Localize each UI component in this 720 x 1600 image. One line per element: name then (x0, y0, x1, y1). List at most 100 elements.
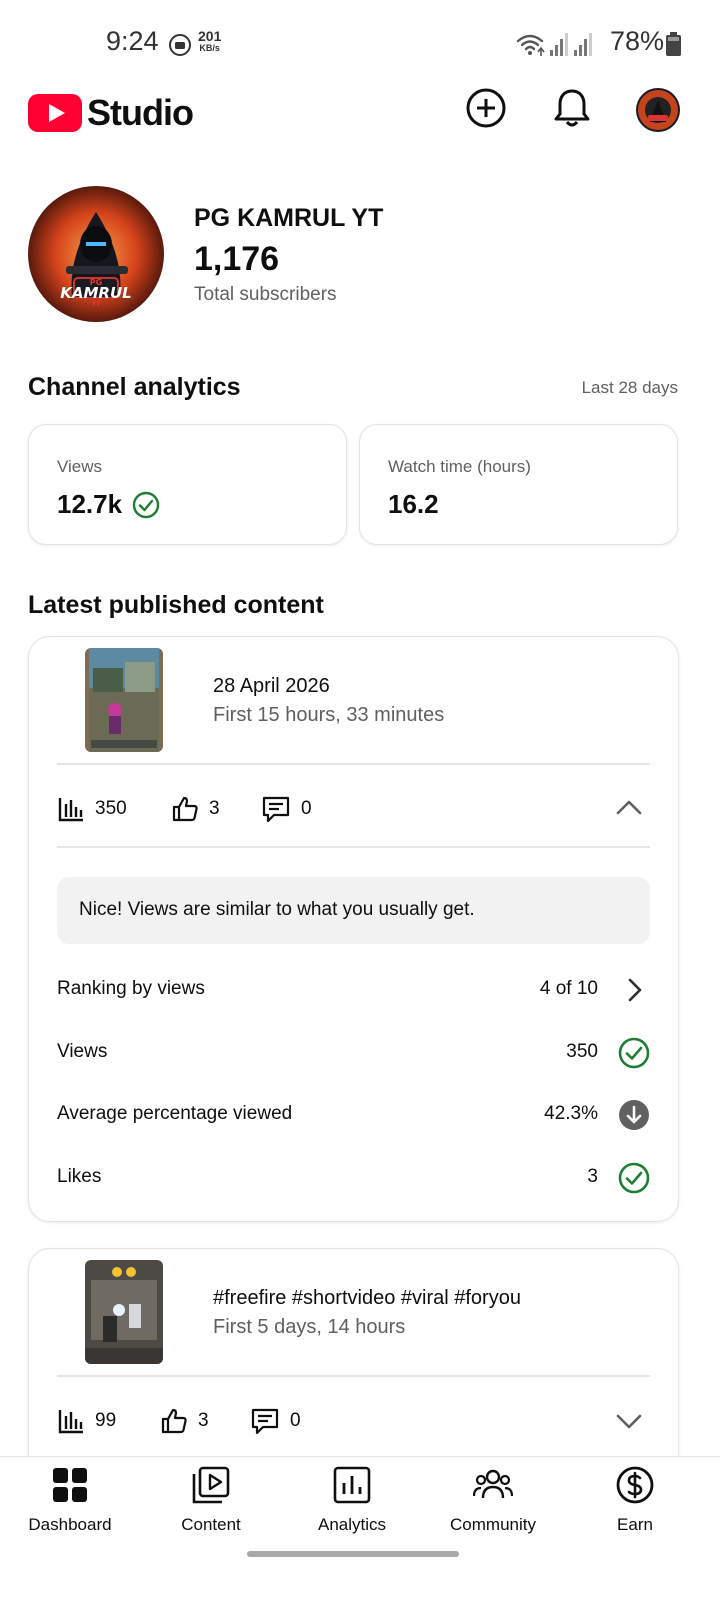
likes-metric: 3 (171, 795, 220, 823)
signal-icons (516, 33, 592, 56)
avg-percentage-row: Average percentage viewed 42.3% (57, 1095, 650, 1135)
nav-community-label: Community (450, 1515, 536, 1534)
likes-count: 3 (209, 798, 220, 819)
ranking-label: Ranking by views (57, 978, 205, 999)
nav-analytics[interactable]: Analytics (282, 1465, 422, 1535)
thumbs-up-icon (172, 796, 198, 822)
arrow-down-circle-icon (619, 1100, 649, 1130)
latest-content-title: Latest published content (28, 591, 324, 619)
bar-chart-icon (58, 798, 83, 822)
analytics-icon (333, 1466, 371, 1504)
avg-percentage-label: Average percentage viewed (57, 1103, 293, 1124)
nav-content[interactable]: Content (141, 1465, 281, 1535)
app-bar: Studio (0, 84, 720, 150)
content-card-collapsed: #freefire #shortvideo #viral #foryou Fir… (28, 1248, 679, 1478)
account-avatar-image (636, 88, 680, 132)
video-timeframe: First 15 hours, 33 minutes (213, 704, 445, 726)
community-icon (473, 1469, 513, 1499)
thumbs-up-icon (161, 1408, 187, 1434)
views-card[interactable]: Views 12.7k (28, 424, 347, 545)
watch-time-card[interactable]: Watch time (hours) 16.2 (359, 424, 678, 545)
views-count: 99 (95, 1410, 117, 1431)
views-value-row: 12.7k (57, 489, 160, 520)
status-bar: 9:24 201 KB/s 78% (0, 0, 720, 84)
cell-signal-1-icon (550, 33, 568, 56)
content-icon (192, 1466, 230, 1504)
likes-detail-row: Likes 3 (57, 1158, 650, 1198)
thumbnail-image (85, 1260, 163, 1364)
bottom-navigation: Dashboard Content Analytics Community Ea… (0, 1456, 720, 1600)
watch-time-label: Watch time (hours) (388, 457, 531, 476)
date-range[interactable]: Last 28 days (582, 378, 678, 398)
content-card-expanded: 28 April 2026 First 15 hours, 33 minutes… (28, 636, 679, 1222)
nav-earn[interactable]: Earn (565, 1465, 705, 1535)
youtube-studio-dashboard: 9:24 201 KB/s 78% Studio PG KAMRUL YT PG… (0, 0, 720, 1600)
views-value: 12.7k (57, 489, 123, 519)
video-thumbnail[interactable] (85, 648, 163, 752)
create-icon[interactable] (464, 86, 508, 130)
bar-chart-icon (58, 1410, 83, 1434)
divider (57, 763, 650, 765)
likes-metric: 3 (160, 1407, 209, 1435)
comments-count: 0 (301, 798, 312, 819)
check-circle-icon (618, 1162, 650, 1194)
chevron-down-icon[interactable] (614, 1406, 644, 1436)
views-label: Views (57, 457, 103, 476)
battery-percent: 78% (610, 26, 665, 56)
video-title[interactable]: #freefire #shortvideo #viral #foryou (213, 1287, 521, 1310)
divider (57, 1375, 650, 1377)
comment-icon (262, 796, 290, 823)
logo-text: Studio (87, 92, 194, 133)
nav-dashboard[interactable]: Dashboard (0, 1465, 140, 1535)
check-circle-icon (132, 491, 160, 518)
views-detail-value: 350 (566, 1041, 598, 1062)
channel-avatar-image: PG KAMRUL YT (28, 186, 164, 322)
views-metric: 350 (57, 795, 127, 823)
video-thumbnail[interactable] (85, 1260, 163, 1364)
comments-count: 0 (290, 1410, 301, 1431)
nav-analytics-label: Analytics (317, 1515, 387, 1534)
comment-icon (251, 1408, 279, 1435)
svg-text:KAMRUL: KAMRUL (60, 284, 131, 302)
battery-icon (666, 32, 681, 56)
watch-time-value: 16.2 (388, 489, 439, 519)
home-indicator[interactable] (247, 1551, 459, 1557)
nav-content-label: Content (181, 1515, 241, 1534)
channel-avatar[interactable]: PG KAMRUL YT (28, 186, 164, 322)
video-timeframe: First 5 days, 14 hours (213, 1316, 406, 1338)
chevron-right-icon (628, 978, 642, 1002)
chevron-up-icon[interactable] (614, 793, 644, 823)
nav-dashboard-label: Dashboard (28, 1515, 112, 1534)
likes-count: 3 (198, 1410, 209, 1431)
earn-icon (616, 1466, 654, 1504)
network-speed: 201 KB/s (198, 28, 222, 53)
views-count: 350 (95, 798, 127, 819)
nav-earn-label: Earn (617, 1515, 653, 1534)
studio-logo[interactable]: Studio (28, 92, 194, 134)
nav-community[interactable]: Community (423, 1465, 563, 1535)
views-metric: 99 (57, 1407, 116, 1435)
cell-signal-2-icon (574, 33, 592, 56)
views-detail-row: Views 350 (57, 1033, 650, 1073)
wifi-icon (516, 34, 544, 51)
thumbnail-image (85, 648, 163, 752)
data-saver-icon (169, 34, 191, 56)
subscriber-count: 1,176 (194, 240, 280, 278)
notifications-bell-icon[interactable] (550, 86, 594, 130)
ranking-value: 4 of 10 (539, 978, 598, 999)
comments-metric: 0 (261, 795, 312, 823)
comments-metric: 0 (250, 1407, 301, 1435)
ranking-row[interactable]: Ranking by views 4 of 10 (57, 970, 650, 1010)
check-circle-icon (618, 1037, 650, 1069)
views-detail-label: Views (57, 1041, 108, 1062)
account-avatar[interactable] (636, 88, 680, 132)
insight-banner: Nice! Views are similar to what you usua… (57, 877, 650, 944)
svg-text:YT: YT (91, 301, 101, 308)
youtube-play-icon (28, 94, 82, 132)
channel-name: PG KAMRUL YT (194, 204, 384, 232)
channel-analytics-title: Channel analytics (28, 373, 241, 401)
avg-percentage-value: 42.3% (544, 1103, 598, 1124)
status-time: 9:24 (106, 26, 159, 56)
insight-text: Nice! Views are similar to what you usua… (79, 899, 475, 920)
video-title[interactable]: 28 April 2026 (213, 675, 330, 698)
